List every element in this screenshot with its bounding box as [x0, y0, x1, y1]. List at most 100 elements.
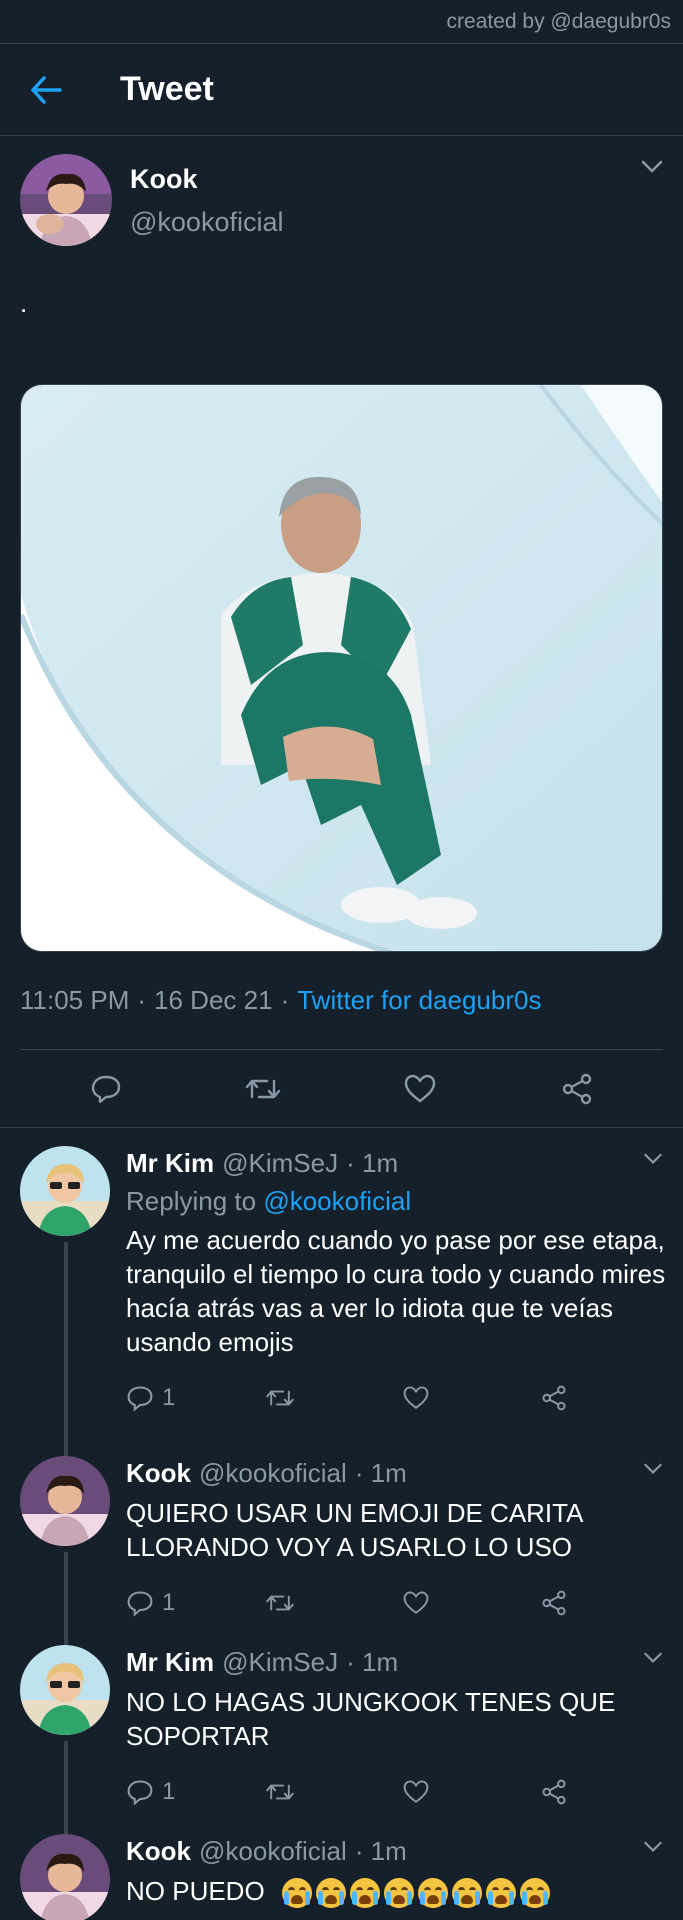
- reply-header: Kook @kookoficial · 1m: [126, 1456, 678, 1490]
- reply-author-name[interactable]: Mr Kim: [126, 1148, 214, 1179]
- loudly-crying-face-emoji: [383, 1878, 414, 1909]
- reply-body: Mr Kim @KimSeJ · 1m Replying to @kookofi…: [126, 1146, 683, 1438]
- author-names: Kook @kookoficial: [130, 154, 283, 238]
- meta-separator-2: ·: [280, 985, 290, 1015]
- avatar[interactable]: [20, 1834, 110, 1920]
- page-title: Tweet: [120, 70, 214, 108]
- share-button[interactable]: [557, 1069, 597, 1109]
- share-icon: [542, 1590, 566, 1616]
- tweet-date: 16 Dec 21: [154, 985, 273, 1015]
- reply-tweet[interactable]: Mr Kim @KimSeJ · 1m Replying to @kookofi…: [0, 1128, 683, 1438]
- replying-to-link[interactable]: @kookoficial: [263, 1186, 411, 1216]
- tweet-menu-button[interactable]: [641, 160, 663, 179]
- loudly-crying-face-emoji: [485, 1878, 516, 1909]
- like-button[interactable]: [400, 1069, 440, 1109]
- reply-header: Mr Kim @KimSeJ · 1m: [126, 1645, 678, 1679]
- reply-author-handle[interactable]: @kookoficial: [199, 1458, 347, 1489]
- tweet-page: created by @daegubr0s Tweet Kook @kookof…: [0, 0, 683, 1920]
- back-arrow-icon: [31, 75, 62, 104]
- chevron-down-icon: [644, 1841, 662, 1852]
- loudly-crying-face-emoji: [451, 1878, 482, 1909]
- reply-icon: [92, 1075, 121, 1103]
- reply-count: 1: [162, 1384, 176, 1411]
- reply-button[interactable]: 1: [126, 1384, 264, 1412]
- tweet-source-link[interactable]: Twitter for daegubr0s: [297, 985, 541, 1016]
- author-name[interactable]: Kook: [130, 164, 283, 195]
- reply-button[interactable]: [86, 1069, 126, 1109]
- avatar[interactable]: [20, 1456, 110, 1546]
- reply-icon: [127, 1780, 153, 1806]
- retweet-icon: [266, 1784, 294, 1800]
- retweet-button[interactable]: [264, 1385, 402, 1411]
- reply-time: · 1m: [346, 1147, 399, 1178]
- reply-left-column: [20, 1627, 126, 1834]
- thread-line: [64, 1816, 68, 1834]
- top-bar: Tweet: [0, 44, 683, 136]
- reply-left-column: [20, 1438, 126, 1645]
- replying-to: Replying to @kookoficial: [126, 1186, 678, 1217]
- like-button[interactable]: [402, 1779, 540, 1805]
- credit-watermark: created by @daegubr0s: [0, 0, 683, 44]
- reply-body: Mr Kim @KimSeJ · 1m NO LO HAGAS JUNGKOOK…: [126, 1645, 683, 1816]
- tweet-meta: 11:05 PM · 16 Dec 21 · Twitter for daegu…: [20, 952, 663, 1050]
- media-photo: [21, 385, 662, 951]
- retweet-button[interactable]: [243, 1069, 283, 1109]
- reply-menu-button[interactable]: [643, 1152, 663, 1170]
- reply-tweet[interactable]: Kook @kookoficial · 1m NO PUEDO: [0, 1816, 683, 1920]
- avatar-image: [20, 1834, 110, 1920]
- reply-author-name[interactable]: Kook: [126, 1458, 191, 1489]
- reply-body: Kook @kookoficial · 1m NO PUEDO: [126, 1834, 683, 1920]
- reply-action-bar: [126, 1912, 678, 1920]
- reply-tweet[interactable]: Kook @kookoficial · 1m QUIERO USAR UN EM…: [0, 1438, 683, 1645]
- retweet-button[interactable]: [264, 1590, 402, 1616]
- avatar[interactable]: [20, 1645, 110, 1735]
- share-button[interactable]: [540, 1779, 678, 1805]
- reply-author-name[interactable]: Mr Kim: [126, 1647, 214, 1678]
- reply-button[interactable]: 1: [126, 1778, 264, 1806]
- reply-text: NO PUEDO: [126, 1876, 265, 1906]
- avatar-image: [20, 1456, 110, 1546]
- author-row: Kook @kookoficial: [20, 136, 663, 280]
- share-button[interactable]: [540, 1590, 678, 1616]
- author-handle[interactable]: @kookoficial: [130, 207, 283, 238]
- loudly-crying-face-emoji: [315, 1878, 346, 1909]
- reply-author-name[interactable]: Kook: [126, 1836, 191, 1867]
- reply-time: · 1m: [354, 1457, 407, 1488]
- meta-separator: ·: [137, 985, 147, 1015]
- avatar[interactable]: [20, 1146, 110, 1236]
- replying-to-label: Replying to: [126, 1186, 257, 1216]
- reply-author-handle[interactable]: @KimSeJ: [222, 1647, 338, 1678]
- reply-author-handle[interactable]: @kookoficial: [199, 1836, 347, 1867]
- reply-text-row: NO PUEDO: [126, 1874, 678, 1909]
- tweet-time: 11:05 PM: [20, 985, 130, 1015]
- chevron-down-icon: [644, 1652, 662, 1663]
- chevron-down-icon: [641, 160, 663, 173]
- reply-menu-button[interactable]: [643, 1840, 663, 1858]
- reply-left-column: [20, 1146, 126, 1438]
- reply-menu-button[interactable]: [643, 1651, 663, 1669]
- like-button[interactable]: [402, 1385, 540, 1411]
- reply-header: Kook @kookoficial · 1m: [126, 1834, 678, 1868]
- reply-button[interactable]: 1: [126, 1589, 264, 1617]
- back-button[interactable]: [0, 75, 120, 104]
- reply-action-bar: 1: [126, 1363, 678, 1433]
- reply-text: NO LO HAGAS JUNGKOOK TENES QUE SOPORTAR: [126, 1687, 616, 1751]
- reply-menu-button[interactable]: [643, 1462, 663, 1480]
- reply-tweet[interactable]: Mr Kim @KimSeJ · 1m NO LO HAGAS JUNGKOOK…: [0, 1627, 683, 1834]
- reply-text: QUIERO USAR UN EMOJI DE CARITA LLORANDO …: [126, 1498, 583, 1562]
- avatar[interactable]: [20, 154, 112, 246]
- retweet-icon: [266, 1390, 294, 1406]
- like-icon: [403, 1386, 429, 1409]
- thread-line: [64, 1438, 68, 1456]
- reply-icon: [127, 1386, 153, 1412]
- share-button[interactable]: [540, 1385, 678, 1411]
- reply-author-handle[interactable]: @KimSeJ: [222, 1148, 338, 1179]
- thread-line: [64, 1627, 68, 1645]
- retweet-button[interactable]: [264, 1779, 402, 1805]
- chevron-down-icon: [644, 1463, 662, 1474]
- tweet-text: .: [20, 288, 28, 318]
- reply-icon: [127, 1591, 153, 1617]
- retweet-icon: [245, 1079, 281, 1098]
- like-button[interactable]: [402, 1590, 540, 1616]
- tweet-media-image[interactable]: [20, 384, 663, 952]
